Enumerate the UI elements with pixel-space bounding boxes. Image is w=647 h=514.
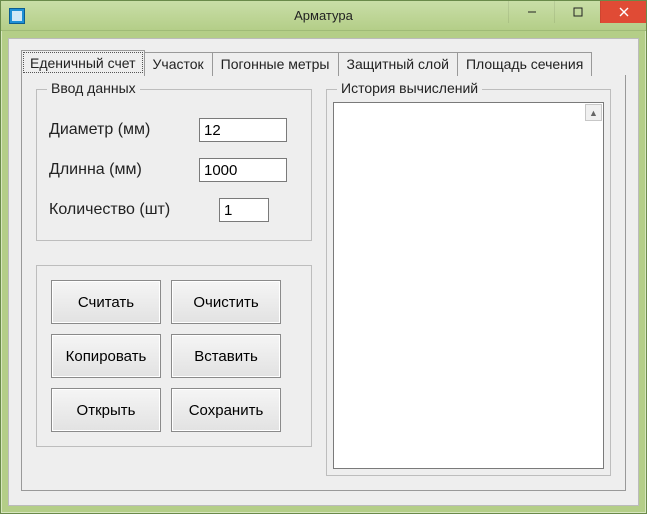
button-grid: Считать Очистить Копировать Вставить Отк… — [51, 280, 297, 432]
window-controls — [508, 1, 646, 23]
input-groupbox: Ввод данных Диаметр (мм) Длинна (мм) Кол… — [36, 89, 312, 241]
tab-protective-layer[interactable]: Защитный слой — [338, 52, 458, 76]
close-button[interactable] — [600, 1, 646, 23]
scroll-up-button[interactable]: ▲ — [585, 104, 602, 121]
app-window: Арматура Еденичный счет Участок Погонные… — [0, 0, 647, 514]
right-column: История вычислений ▲ — [326, 89, 611, 476]
length-row: Длинна (мм) — [49, 158, 299, 182]
count-input[interactable] — [219, 198, 269, 222]
count-row: Количество (шт) — [49, 198, 299, 222]
titlebar: Арматура — [1, 1, 646, 31]
tab-linear-meters[interactable]: Погонные метры — [212, 52, 339, 76]
diameter-label: Диаметр (мм) — [49, 121, 199, 139]
tab-section[interactable]: Участок — [144, 52, 213, 76]
actions-groupbox: Считать Очистить Копировать Вставить Отк… — [36, 265, 312, 447]
history-legend: История вычислений — [337, 80, 482, 96]
copy-button[interactable]: Копировать — [51, 334, 161, 378]
history-groupbox: История вычислений ▲ — [326, 89, 611, 476]
count-label: Количество (шт) — [49, 201, 219, 219]
app-icon — [9, 8, 25, 24]
minimize-icon — [527, 7, 537, 17]
diameter-input[interactable] — [199, 118, 287, 142]
tab-page: Ввод данных Диаметр (мм) Длинна (мм) Кол… — [21, 75, 626, 491]
chevron-up-icon: ▲ — [589, 108, 598, 118]
client-area: Еденичный счет Участок Погонные метры За… — [8, 38, 639, 506]
maximize-icon — [573, 7, 583, 17]
tab-strip: Еденичный счет Участок Погонные метры За… — [21, 51, 626, 75]
length-input[interactable] — [199, 158, 287, 182]
diameter-row: Диаметр (мм) — [49, 118, 299, 142]
close-icon — [619, 7, 629, 17]
calc-button[interactable]: Считать — [51, 280, 161, 324]
tab-cross-section-area[interactable]: Площадь сечения — [457, 52, 592, 76]
clear-button[interactable]: Очистить — [171, 280, 281, 324]
minimize-button[interactable] — [508, 1, 554, 23]
save-button[interactable]: Сохранить — [171, 388, 281, 432]
history-textarea[interactable]: ▲ — [333, 102, 604, 469]
maximize-button[interactable] — [554, 1, 600, 23]
length-label: Длинна (мм) — [49, 161, 199, 179]
open-button[interactable]: Открыть — [51, 388, 161, 432]
tab-single-calc[interactable]: Еденичный счет — [21, 50, 145, 75]
input-group-legend: Ввод данных — [47, 80, 140, 96]
paste-button[interactable]: Вставить — [171, 334, 281, 378]
left-column: Ввод данных Диаметр (мм) Длинна (мм) Кол… — [36, 89, 312, 476]
